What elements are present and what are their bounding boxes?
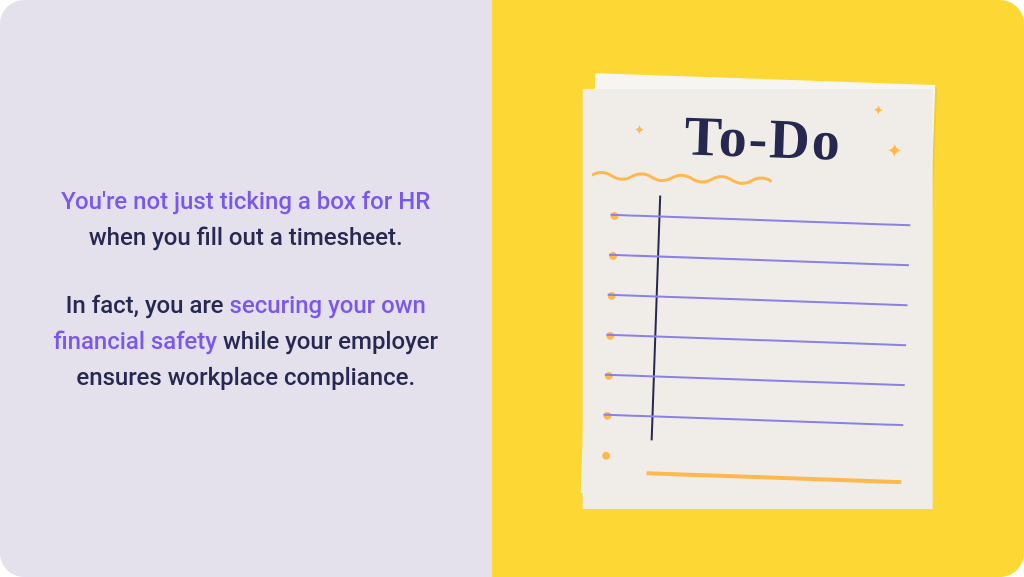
paragraph-1: You're not just ticking a box for HR whe… bbox=[50, 183, 442, 255]
star-decoration-icon: ✦ bbox=[633, 122, 645, 138]
text-panel: You're not just ticking a box for HR whe… bbox=[0, 0, 492, 577]
star-decoration-icon: ✦ bbox=[885, 138, 903, 163]
squiggle-underline-icon bbox=[591, 169, 771, 187]
star-decoration-icon: ✦ bbox=[872, 102, 884, 118]
para1-rest: when you fill out a timesheet. bbox=[89, 223, 403, 251]
illustration-panel: ✦ ✦ ✦ To-Do bbox=[492, 0, 1024, 577]
para2-start: In fact, you are bbox=[66, 291, 230, 319]
paragraph-2: In fact, you are securing your own finan… bbox=[50, 287, 442, 395]
todo-illustration: ✦ ✦ ✦ To-Do bbox=[581, 73, 935, 505]
todo-line bbox=[609, 253, 909, 265]
todo-line bbox=[610, 213, 910, 225]
todo-lines-area bbox=[581, 213, 931, 505]
todo-line bbox=[603, 413, 903, 425]
slide-container: You're not just ticking a box for HR whe… bbox=[0, 0, 1024, 577]
para1-highlight: You're not just ticking a box for HR bbox=[61, 187, 430, 215]
todo-line bbox=[606, 333, 906, 345]
todo-line bbox=[607, 293, 907, 305]
todo-line bbox=[605, 373, 905, 385]
